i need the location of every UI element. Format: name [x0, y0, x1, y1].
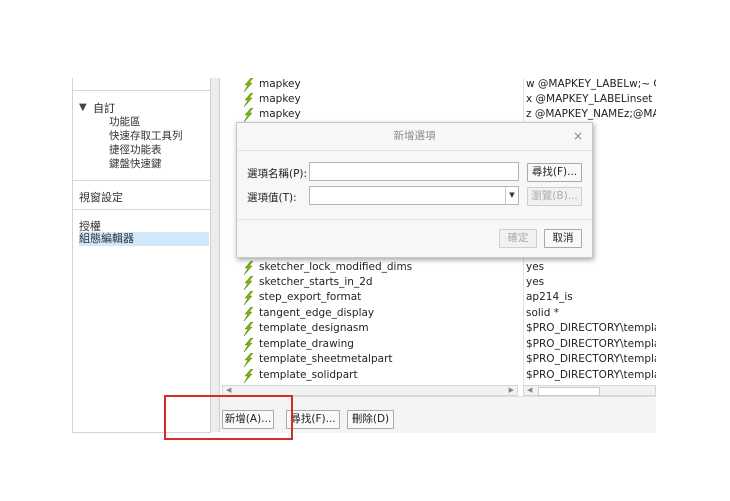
- lightning-icon: [243, 338, 254, 352]
- option-value: $PRO_DIRECTORY\templat: [526, 322, 656, 334]
- lightning-icon: [243, 291, 254, 305]
- table-row[interactable]: mapkey w @MAPKEY_LABELw;~ Co: [220, 78, 656, 93]
- option-value: w @MAPKEY_LABELw;~ Co: [526, 78, 656, 90]
- tree-item-ribbon[interactable]: 功能區: [109, 115, 141, 129]
- option-value: x @MAPKEY_LABELinset dra: [526, 93, 656, 105]
- lightning-icon: [243, 307, 254, 321]
- tree-item-shortcut-menus[interactable]: 捷徑功能表: [109, 143, 162, 157]
- chevron-down-icon[interactable]: ▼: [505, 187, 518, 204]
- option-name: sketcher_lock_modified_dims: [259, 261, 413, 273]
- dialog-ok-button[interactable]: 確定: [499, 229, 537, 248]
- dialog-divider: [237, 150, 592, 151]
- dialog-find-button[interactable]: 尋找(F)...: [527, 163, 582, 182]
- left-nav-panel: ▼ 自訂 功能區 快速存取工具列 捷徑功能表 鍵盤快速鍵 視窗設定 授權 組態編…: [72, 78, 211, 433]
- lightning-icon: [243, 108, 254, 122]
- option-name: sketcher_starts_in_2d: [259, 276, 373, 288]
- find-button[interactable]: 尋找(F)...: [286, 410, 340, 429]
- option-name-input[interactable]: [309, 162, 519, 181]
- option-value: solid *: [526, 307, 559, 319]
- option-value: $PRO_DIRECTORY\templat: [526, 369, 656, 381]
- option-value-label: 選項值(T):: [247, 192, 297, 204]
- delete-button[interactable]: 刪除(D): [347, 410, 394, 429]
- option-name: tangent_edge_display: [259, 307, 375, 319]
- nav-separator: [73, 180, 211, 181]
- lightning-icon: [243, 93, 254, 107]
- scroll-thumb[interactable]: [538, 387, 600, 396]
- collapse-triangle-icon[interactable]: ▼: [79, 102, 87, 113]
- scroll-right-arrow-icon[interactable]: ▶: [509, 386, 514, 394]
- option-value-combo[interactable]: ▼: [309, 186, 519, 205]
- value-column-scrollbar[interactable]: ◀: [523, 385, 656, 396]
- table-row[interactable]: template_designasm $PRO_DIRECTORY\templat: [220, 322, 656, 337]
- tree-item-keyboard-shortcuts[interactable]: 鍵盤快速鍵: [109, 157, 162, 171]
- nav-separator: [73, 209, 211, 210]
- option-value: z @MAPKEY_NAMEz;@MA: [526, 108, 656, 120]
- table-row[interactable]: sketcher_starts_in_2d yes: [220, 276, 656, 291]
- option-value: yes: [526, 276, 545, 288]
- option-value: yes: [526, 261, 545, 273]
- add-option-dialog: 新增選項 × 選項名稱(P): 尋找(F)... 選項值(T): ▼ 瀏覽(B)…: [236, 122, 593, 258]
- table-row[interactable]: mapkey x @MAPKEY_LABELinset dra: [220, 93, 656, 108]
- dialog-title: 新增選項: [393, 130, 436, 142]
- option-value: $PRO_DIRECTORY\templat: [526, 353, 656, 365]
- table-row[interactable]: sketcher_lock_modified_dims yes: [220, 261, 656, 276]
- tree-item-customize[interactable]: 自訂: [93, 100, 115, 116]
- nav-separator: [73, 90, 211, 91]
- scroll-left-arrow-icon[interactable]: ◀: [226, 386, 231, 394]
- table-row[interactable]: tangent_edge_display solid *: [220, 307, 656, 322]
- dialog-divider: [237, 219, 592, 220]
- close-icon[interactable]: ×: [573, 129, 583, 143]
- panel-splitter[interactable]: [210, 78, 220, 432]
- option-name: template_sheetmetalpart: [259, 353, 393, 365]
- nav-item-window-settings[interactable]: 視窗設定: [79, 189, 123, 205]
- scroll-left-arrow-icon[interactable]: ◀: [527, 386, 532, 394]
- table-row[interactable]: template_sheetmetalpart $PRO_DIRECTORY\te…: [220, 353, 656, 368]
- lightning-icon: [243, 276, 254, 290]
- option-name: step_export_format: [259, 291, 362, 303]
- option-value: ap214_is: [526, 291, 573, 303]
- highlight-box: [164, 395, 293, 440]
- table-row[interactable]: template_drawing $PRO_DIRECTORY\templat: [220, 338, 656, 353]
- option-name: template_drawing: [259, 338, 354, 350]
- tree-item-quick-access-toolbar[interactable]: 快速存取工具列: [109, 129, 183, 143]
- option-name-label: 選項名稱(P):: [247, 168, 308, 180]
- table-row[interactable]: mapkey z @MAPKEY_NAMEz;@MA: [220, 108, 656, 123]
- lightning-icon: [243, 353, 254, 367]
- option-name: template_designasm: [259, 322, 369, 334]
- option-name: template_solidpart: [259, 369, 358, 381]
- lightning-icon: [243, 322, 254, 336]
- nav-item-configuration-editor[interactable]: 組態編輯器: [79, 232, 209, 246]
- lightning-icon: [243, 369, 254, 383]
- option-name: mapkey: [259, 93, 301, 105]
- dialog-cancel-button[interactable]: 取消: [544, 229, 582, 248]
- lightning-icon: [243, 261, 254, 275]
- option-value: $PRO_DIRECTORY\templat: [526, 338, 656, 350]
- option-name: mapkey: [259, 78, 301, 90]
- lightning-icon: [243, 78, 254, 92]
- dialog-browse-button[interactable]: 瀏覽(B)...: [527, 187, 582, 206]
- table-row[interactable]: template_solidpart $PRO_DIRECTORY\templat: [220, 369, 656, 384]
- table-row[interactable]: step_export_format ap214_is: [220, 291, 656, 306]
- option-name: mapkey: [259, 108, 301, 120]
